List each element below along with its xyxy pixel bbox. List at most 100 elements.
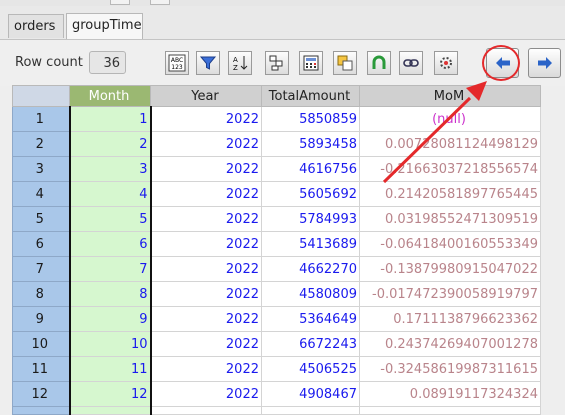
- cell-totalamount[interactable]: 5893458: [261, 131, 360, 157]
- row-number[interactable]: 8: [12, 281, 70, 307]
- cell-mom[interactable]: -0.017472390058919797: [359, 281, 541, 307]
- table-row[interactable]: 2 2 2022 5893458 0.00728081124498129: [12, 131, 541, 157]
- toolbar: Row count 36 ABC 123 AZ: [0, 40, 565, 86]
- cell-mom[interactable]: -0.21663037218556574: [359, 156, 541, 182]
- data-grid: Month Year TotalAmount MoM 1 1 2022 5850859…: [12, 85, 541, 415]
- table-row[interactable]: 3 3 2022 4616756 -0.21663037218556574: [12, 156, 541, 182]
- cell-year[interactable]: 2022: [150, 206, 262, 232]
- cell-mom[interactable]: 0.03198552471309519: [359, 206, 541, 232]
- column-header-year[interactable]: Year: [150, 85, 262, 107]
- copy-column-icon[interactable]: [333, 51, 357, 75]
- table-row[interactable]: 5 5 2022 5784993 0.03198552471309519: [12, 206, 541, 232]
- calculator-icon[interactable]: [299, 51, 323, 75]
- cell-totalamount[interactable]: 5413689: [261, 231, 360, 257]
- cell-year[interactable]: 2022: [150, 281, 262, 307]
- cell-month[interactable]: 6: [68, 231, 152, 257]
- column-header-totalamount[interactable]: TotalAmount: [261, 85, 360, 107]
- settings-gear-icon[interactable]: [434, 51, 458, 75]
- abc-123-format-icon[interactable]: ABC 123: [165, 51, 189, 75]
- grid-corner[interactable]: [12, 85, 70, 107]
- row-number[interactable]: 3: [12, 156, 70, 182]
- row-number[interactable]: 2: [12, 131, 70, 157]
- cell-year[interactable]: 2022: [150, 381, 262, 407]
- table-row[interactable]: 7 7 2022 4662270 -0.13879980915047022: [12, 256, 541, 282]
- cell-year[interactable]: 2022: [150, 156, 262, 182]
- row-count-value: 36: [89, 51, 126, 74]
- tab-orders[interactable]: orders: [8, 14, 64, 38]
- cell-month[interactable]: 8: [68, 281, 152, 307]
- row-number[interactable]: 4: [12, 181, 70, 207]
- cell-month[interactable]: 3: [68, 156, 152, 182]
- cell-mom[interactable]: 0.21420581897765445: [359, 181, 541, 207]
- cell-mom[interactable]: (null): [359, 106, 541, 132]
- table-row[interactable]: 11 11 2022 4506525 -0.32458619987311615: [12, 356, 541, 382]
- window-button[interactable]: [150, 0, 170, 5]
- window-button[interactable]: [110, 0, 130, 5]
- cell-mom[interactable]: -0.32458619987311615: [359, 356, 541, 382]
- row-number[interactable]: 6: [12, 231, 70, 257]
- cell-month[interactable]: 4: [68, 181, 152, 207]
- cell-totalamount[interactable]: 4506525: [261, 356, 360, 382]
- row-number[interactable]: 7: [12, 256, 70, 282]
- table-row[interactable]: 10 10 2022 6672243 0.24374269407001278: [12, 331, 541, 357]
- link-icon[interactable]: [399, 51, 423, 75]
- table-row[interactable]: 6 6 2022 5413689 -0.06418400160553349: [12, 231, 541, 257]
- cell-year[interactable]: 2022: [150, 256, 262, 282]
- table-row[interactable]: 1 1 2022 5850859 (null): [12, 106, 541, 132]
- sort-az-icon[interactable]: AZ: [228, 51, 252, 75]
- cell-totalamount[interactable]: 5605692: [261, 181, 360, 207]
- row-number[interactable]: 11: [12, 356, 70, 382]
- cell-mom[interactable]: 0.00728081124498129: [359, 131, 541, 157]
- right-arrow-icon[interactable]: [528, 48, 561, 78]
- row-number[interactable]: 5: [12, 206, 70, 232]
- row-number[interactable]: 10: [12, 331, 70, 357]
- cell-month[interactable]: 5: [68, 206, 152, 232]
- cell-totalamount[interactable]: 5784993: [261, 206, 360, 232]
- cell-totalamount[interactable]: 4908467: [261, 381, 360, 407]
- table-row[interactable]: 8 8 2022 4580809 -0.017472390058919797: [12, 281, 541, 307]
- group-icon[interactable]: [265, 51, 289, 75]
- svg-text:Z: Z: [233, 64, 238, 72]
- svg-text:123: 123: [171, 64, 183, 71]
- row-number[interactable]: 12: [12, 381, 70, 407]
- table-row[interactable]: 12 12 2022 4908467 0.08919117324324: [12, 381, 541, 407]
- cell-totalamount[interactable]: 4616756: [261, 156, 360, 182]
- row-count-label: Row count: [15, 55, 83, 70]
- cell-totalamount[interactable]: 6672243: [261, 331, 360, 357]
- cell-month[interactable]: 1: [68, 106, 152, 132]
- tab-grouptime[interactable]: groupTime: [66, 13, 143, 39]
- cell-totalamount[interactable]: 5850859: [261, 106, 360, 132]
- cell-month[interactable]: 9: [68, 306, 152, 332]
- left-arrow-icon[interactable]: [486, 48, 519, 78]
- row-number[interactable]: 1: [12, 106, 70, 132]
- cell-month[interactable]: 10: [68, 331, 152, 357]
- cell-mom[interactable]: -0.06418400160553349: [359, 231, 541, 257]
- cell-month[interactable]: 7: [68, 256, 152, 282]
- cell-year[interactable]: 2022: [150, 231, 262, 257]
- table-row[interactable]: 4 4 2022 5605692 0.21420581897765445: [12, 181, 541, 207]
- cell-totalamount[interactable]: 5364649: [261, 306, 360, 332]
- cell-year[interactable]: 2022: [150, 131, 262, 157]
- cell-mom[interactable]: 0.08919117324324: [359, 381, 541, 407]
- cell-year[interactable]: 2022: [150, 331, 262, 357]
- cell-month[interactable]: 2: [68, 131, 152, 157]
- cell-year[interactable]: 2022: [150, 181, 262, 207]
- column-header-mom[interactable]: MoM: [359, 85, 541, 107]
- magnet-icon[interactable]: [367, 51, 391, 75]
- row-number[interactable]: 9: [12, 306, 70, 332]
- cell-year[interactable]: 2022: [150, 106, 262, 132]
- cell-mom[interactable]: 0.24374269407001278: [359, 331, 541, 357]
- cell-month[interactable]: 12: [68, 381, 152, 407]
- svg-text:A: A: [233, 56, 238, 64]
- column-header-month[interactable]: Month: [69, 85, 151, 107]
- cell-year[interactable]: 2022: [150, 306, 262, 332]
- cell-year[interactable]: 2022: [150, 356, 262, 382]
- cell-totalamount[interactable]: 4662270: [261, 256, 360, 282]
- cell-mom[interactable]: -0.13879980915047022: [359, 256, 541, 282]
- cell-month[interactable]: 11: [68, 356, 152, 382]
- cell-totalamount[interactable]: 4580809: [261, 281, 360, 307]
- cell-mom[interactable]: 0.1711138796623362: [359, 306, 541, 332]
- table-row[interactable]: 9 9 2022 5364649 0.1711138796623362: [12, 306, 541, 332]
- filter-icon[interactable]: [196, 51, 220, 75]
- tab-bar: orders groupTime: [0, 6, 565, 40]
